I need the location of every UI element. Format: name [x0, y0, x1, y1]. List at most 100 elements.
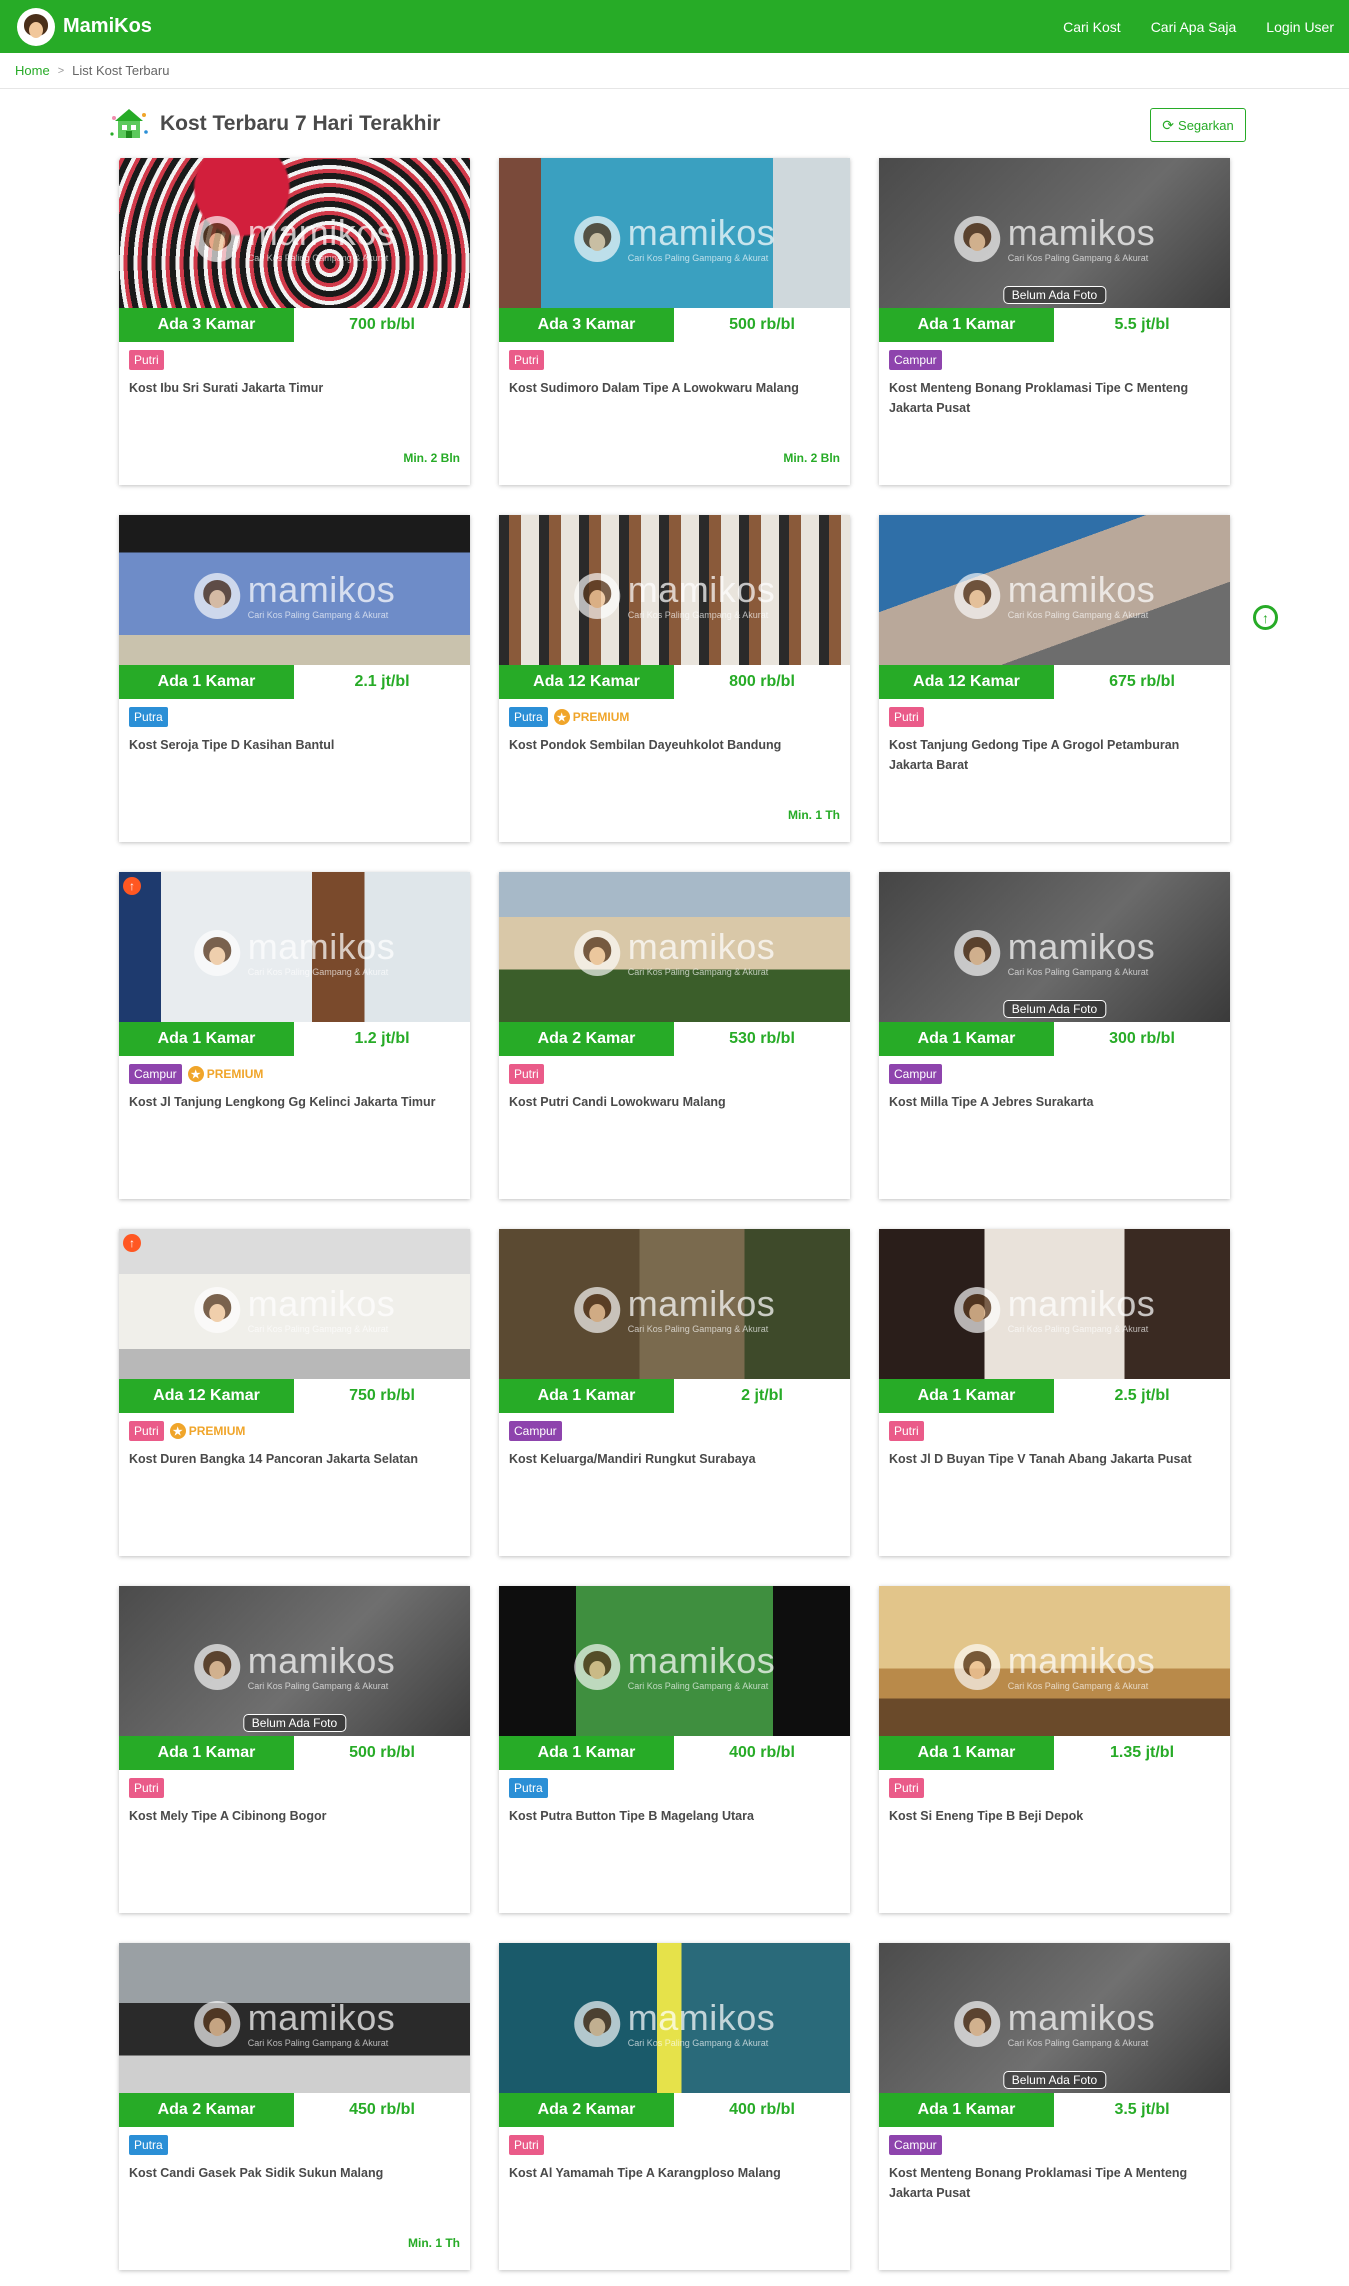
kost-card-13[interactable]: mamikos Cari Kos Paling Gampang & Akurat… — [119, 1586, 470, 1913]
gender-badge: Putri — [509, 1064, 544, 1084]
kost-name[interactable]: Kost Keluarga/Mandiri Rungkut Surabaya — [509, 1449, 839, 1469]
kost-card-1[interactable]: mamikos Cari Kos Paling Gampang & Akurat… — [119, 158, 470, 485]
minimum-stay: Min. 2 Bln — [783, 451, 840, 465]
watermark-word: mamikos — [627, 1283, 776, 1324]
kost-card-8[interactable]: mamikos Cari Kos Paling Gampang & Akurat… — [499, 872, 850, 1199]
kost-name[interactable]: Kost Duren Bangka 14 Pancoran Jakarta Se… — [129, 1449, 459, 1469]
tags: Campur — [889, 2135, 942, 2155]
rooms-available: Ada 1 Kamar — [119, 1022, 294, 1056]
kost-name[interactable]: Kost Sudimoro Dalam Tipe A Lowokwaru Mal… — [509, 378, 839, 398]
kost-name[interactable]: Kost Milla Tipe A Jebres Surakarta — [889, 1092, 1219, 1112]
tags: Campur — [509, 1421, 562, 1441]
kost-name[interactable]: Kost Menteng Bonang Proklamasi Tipe A Me… — [889, 2163, 1219, 2203]
kost-card-5[interactable]: mamikos Cari Kos Paling Gampang & Akurat… — [499, 515, 850, 842]
kost-card-18[interactable]: mamikos Cari Kos Paling Gampang & Akurat… — [879, 1943, 1230, 2270]
premium-badge: ★ PREMIUM — [169, 1423, 245, 1439]
brand-link[interactable]: MamiKos — [17, 7, 152, 46]
refresh-button[interactable]: ⟳ Segarkan — [1150, 108, 1246, 142]
watermark-word: mamikos — [1007, 569, 1156, 610]
watermark: mamikos Cari Kos Paling Gampang & Akurat — [573, 1640, 776, 1691]
kost-name[interactable]: Kost Ibu Sri Surati Jakarta Timur — [129, 378, 459, 398]
kost-name[interactable]: Kost Putri Candi Lowokwaru Malang — [509, 1092, 839, 1112]
price: 500 rb/bl — [294, 1736, 470, 1770]
kost-name[interactable]: Kost Seroja Tipe D Kasihan Bantul — [129, 735, 459, 755]
kost-card-7[interactable]: mamikos Cari Kos Paling Gampang & Akurat… — [119, 872, 470, 1199]
kost-photo: mamikos Cari Kos Paling Gampang & Akurat — [499, 515, 850, 665]
tags: Putri — [889, 1778, 924, 1798]
nav-login-user[interactable]: Login User — [1266, 19, 1334, 35]
no-photo-label: Belum Ada Foto — [1002, 2071, 1107, 2089]
kost-card-15[interactable]: mamikos Cari Kos Paling Gampang & Akurat… — [879, 1586, 1230, 1913]
watermark-word: mamikos — [627, 1640, 776, 1681]
watermark-word: mamikos — [247, 569, 396, 610]
kost-card-4[interactable]: mamikos Cari Kos Paling Gampang & Akurat… — [119, 515, 470, 842]
tags: Putri — [509, 1064, 544, 1084]
gender-badge: Putri — [129, 1778, 164, 1798]
price: 2.5 jt/bl — [1054, 1379, 1230, 1413]
mamikos-watermark-icon — [573, 216, 620, 262]
watermark-word: mamikos — [1007, 212, 1156, 253]
watermark-word: mamikos — [627, 926, 776, 967]
room-bar: Ada 3 Kamar 700 rb/bl — [119, 308, 470, 342]
watermark-text: mamikos Cari Kos Paling Gampang & Akurat — [248, 1286, 396, 1335]
watermark-text: mamikos Cari Kos Paling Gampang & Akurat — [1007, 569, 1156, 621]
kost-card-10[interactable]: mamikos Cari Kos Paling Gampang & Akurat… — [119, 1229, 470, 1556]
kost-card-12[interactable]: mamikos Cari Kos Paling Gampang & Akurat… — [879, 1229, 1230, 1556]
kost-name[interactable]: Kost Al Yamamah Tipe A Karangploso Malan… — [509, 2163, 839, 2183]
new-kost-house-icon — [110, 109, 148, 138]
kost-name[interactable]: Kost Candi Gasek Pak Sidik Sukun Malang — [129, 2163, 459, 2183]
gender-badge: Campur — [129, 1064, 182, 1084]
watermark-tagline: Cari Kos Paling Gampang & Akurat — [627, 253, 769, 263]
mamikos-watermark-icon — [953, 216, 1000, 262]
mamikos-watermark-icon — [193, 1644, 240, 1690]
kost-card-17[interactable]: mamikos Cari Kos Paling Gampang & Akurat… — [499, 1943, 850, 2270]
watermark-text: mamikos Cari Kos Paling Gampang & Akurat — [627, 2000, 776, 2049]
kost-card-14[interactable]: mamikos Cari Kos Paling Gampang & Akurat… — [499, 1586, 850, 1913]
nav-cari-kost[interactable]: Cari Kost — [1063, 19, 1121, 35]
rooms-available: Ada 1 Kamar — [879, 1379, 1054, 1413]
kost-name[interactable]: Kost Pondok Sembilan Dayeuhkolot Bandung — [509, 735, 839, 755]
gender-badge: Putri — [889, 1421, 924, 1441]
watermark-text: mamikos Cari Kos Paling Gampang & Akurat — [1007, 212, 1156, 264]
watermark: mamikos Cari Kos Paling Gampang & Akurat — [953, 2000, 1156, 2048]
kost-card-9[interactable]: mamikos Cari Kos Paling Gampang & Akurat… — [879, 872, 1230, 1199]
scroll-top-button[interactable]: ↑ — [1253, 605, 1278, 630]
room-bar: Ada 3 Kamar 500 rb/bl — [499, 308, 850, 342]
watermark-tagline: Cari Kos Paling Gampang & Akurat — [1007, 1681, 1149, 1691]
gender-badge: Putra — [509, 707, 548, 727]
watermark-tagline: Cari Kos Paling Gampang & Akurat — [1007, 253, 1149, 263]
watermark-text: mamikos Cari Kos Paling Gampang & Akurat — [248, 2000, 396, 2049]
tags: Campur — [889, 1064, 942, 1084]
price: 400 rb/bl — [674, 2093, 850, 2127]
watermark-tagline: Cari Kos Paling Gampang & Akurat — [1007, 610, 1149, 620]
rooms-available: Ada 1 Kamar — [499, 1379, 674, 1413]
kost-card-11[interactable]: mamikos Cari Kos Paling Gampang & Akurat… — [499, 1229, 850, 1556]
kost-card-16[interactable]: mamikos Cari Kos Paling Gampang & Akurat… — [119, 1943, 470, 2270]
kost-name[interactable]: Kost Tanjung Gedong Tipe A Grogol Petamb… — [889, 735, 1219, 775]
mamikos-watermark-icon — [193, 930, 240, 976]
kost-name[interactable]: Kost Putra Button Tipe B Magelang Utara — [509, 1806, 839, 1826]
breadcrumb: Home > List Kost Terbaru — [0, 53, 1349, 89]
kost-name[interactable]: Kost Jl D Buyan Tipe V Tanah Abang Jakar… — [889, 1449, 1219, 1469]
gender-badge: Putri — [509, 350, 544, 370]
kost-name[interactable]: Kost Jl Tanjung Lengkong Gg Kelinci Jaka… — [129, 1092, 459, 1112]
watermark-tagline: Cari Kos Paling Gampang & Akurat — [627, 2038, 769, 2048]
mamikos-watermark-icon — [953, 930, 1000, 976]
kost-name[interactable]: Kost Si Eneng Tipe B Beji Depok — [889, 1806, 1219, 1826]
promoted-arrow-icon: ↑ — [123, 1234, 141, 1252]
breadcrumb-home[interactable]: Home — [15, 63, 50, 78]
rooms-available: Ada 1 Kamar — [879, 1736, 1054, 1770]
kost-name[interactable]: Kost Menteng Bonang Proklamasi Tipe C Me… — [889, 378, 1219, 418]
kost-card-3[interactable]: mamikos Cari Kos Paling Gampang & Akurat… — [879, 158, 1230, 485]
rooms-available: Ada 1 Kamar — [119, 1736, 294, 1770]
price: 800 rb/bl — [674, 665, 850, 699]
watermark-word: mamikos — [1007, 926, 1156, 967]
nav-cari-apa-saja[interactable]: Cari Apa Saja — [1151, 19, 1237, 35]
kost-name[interactable]: Kost Mely Tipe A Cibinong Bogor — [129, 1806, 459, 1826]
kost-card-2[interactable]: mamikos Cari Kos Paling Gampang & Akurat… — [499, 158, 850, 485]
arrow-up-icon: ↑ — [1262, 609, 1269, 626]
watermark: mamikos Cari Kos Paling Gampang & Akurat — [953, 212, 1156, 264]
premium-badge: ★ PREMIUM — [187, 1066, 263, 1082]
kost-card-6[interactable]: mamikos Cari Kos Paling Gampang & Akurat… — [879, 515, 1230, 842]
tags: Putri — [889, 1421, 924, 1441]
